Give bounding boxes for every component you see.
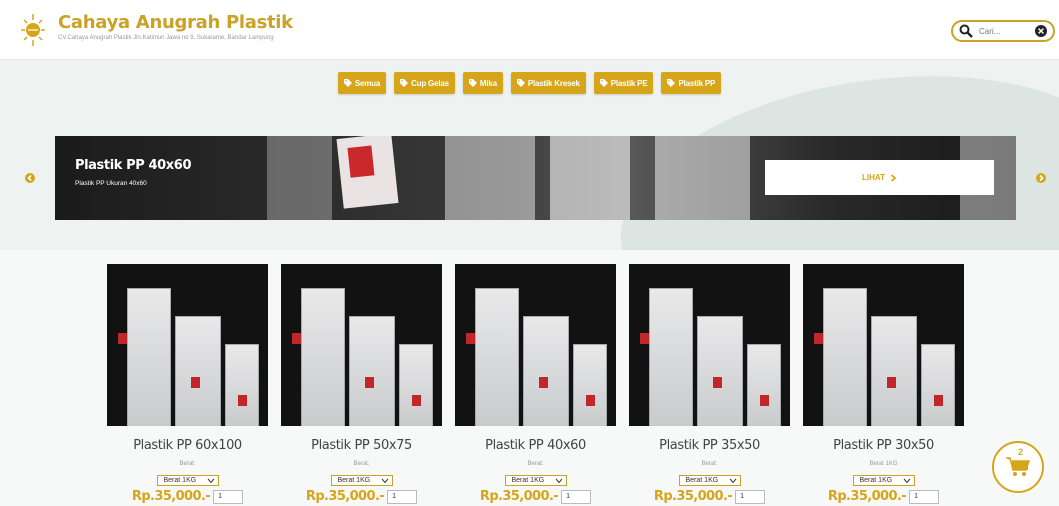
filter-label: Cup Gelas	[411, 78, 449, 88]
product-weight-label: Berat:	[179, 461, 196, 467]
search-box[interactable]	[951, 20, 1055, 42]
filter-cup-gelas[interactable]: Cup Gelas	[394, 72, 455, 94]
product-price: Rp.35,000.-	[305, 489, 385, 504]
filter-plastik-pp[interactable]: Plastik PP	[661, 72, 722, 94]
chevron-down-icon	[555, 478, 562, 483]
shopping-cart-icon	[1006, 457, 1031, 476]
product-card[interactable]: Plastik PP 60x100 Berat: Berat 1KG Rp.35…	[107, 264, 268, 506]
cart-button[interactable]: 2	[992, 441, 1044, 493]
product-image[interactable]	[281, 264, 442, 426]
close-circle-icon[interactable]	[1035, 25, 1047, 37]
filter-mika[interactable]: Mika	[462, 72, 503, 94]
weight-select-value: Berat 1KG	[685, 477, 719, 484]
filter-plastik-pe[interactable]: Plastik PE	[593, 72, 654, 94]
tag-icon	[599, 79, 608, 87]
weight-select[interactable]: Berat 1KG	[678, 475, 741, 486]
filter-label: Plastik Kresek	[527, 78, 580, 88]
quantity-input[interactable]: 1	[735, 489, 766, 504]
slide-image-bag	[655, 136, 750, 220]
filter-label: Plastik PP	[678, 78, 716, 88]
product-weight-label: Berat:	[527, 461, 544, 467]
slide-image-bag	[445, 136, 535, 220]
chevron-down-icon	[207, 478, 214, 483]
chevron-down-icon	[903, 478, 910, 483]
tag-icon	[343, 79, 352, 87]
product-card[interactable]: Plastik PP 35x50 Berat: Berat 1KG Rp.35,…	[629, 264, 790, 506]
weight-select[interactable]: Berat 1KG	[330, 475, 393, 486]
weight-select[interactable]: Berat 1KG	[852, 475, 915, 486]
product-name[interactable]: Plastik PP 40x60	[455, 438, 616, 453]
sun-logo-icon[interactable]	[20, 12, 46, 48]
chevron-right-icon	[1039, 174, 1044, 182]
chevron-left-icon	[27, 174, 32, 182]
weight-select[interactable]: Berat 1KG	[504, 475, 567, 486]
product-image[interactable]	[803, 264, 964, 426]
category-filters: Semua Cup Gelas Mika Plastik Kresek Plas…	[0, 72, 1059, 94]
quantity-input[interactable]: 1	[909, 489, 940, 504]
product-price: Rp.35,000.-	[131, 489, 211, 504]
product-name[interactable]: Plastik PP 50x75	[281, 438, 442, 453]
product-image[interactable]	[455, 264, 616, 426]
slide-title: Plastik PP 40x60	[75, 158, 192, 173]
product-name[interactable]: Plastik PP 60x100	[107, 438, 268, 453]
product-grid: Plastik PP 60x100 Berat: Berat 1KG Rp.35…	[107, 264, 967, 506]
cart-count-badge: 2	[1018, 447, 1024, 457]
slide-subtitle: Plastik PP Ukuran 40x60	[75, 180, 147, 187]
filter-semua[interactable]: Semua	[337, 72, 387, 94]
weight-select[interactable]: Berat 1KG	[156, 475, 219, 486]
product-name[interactable]: Plastik PP 30x50	[803, 438, 964, 453]
weight-select-value: Berat 1KG	[337, 477, 371, 484]
tag-icon	[400, 79, 409, 87]
filter-label: Mika	[479, 78, 497, 88]
weight-select-value: Berat 1KG	[163, 477, 197, 484]
product-weight-label: Berat:	[701, 461, 718, 467]
weight-select-value: Berat 1KG	[511, 477, 545, 484]
product-price: Rp.35,000.-	[653, 489, 733, 504]
tag-icon	[516, 79, 525, 87]
slide-button-label: LIHAT	[862, 173, 885, 182]
slide-image-label-bag	[336, 136, 399, 209]
quantity-input[interactable]: 1	[387, 489, 418, 504]
product-card[interactable]: Plastik PP 50x75 Berat: Berat 1KG Rp.35,…	[281, 264, 442, 506]
slide-image-bag	[550, 136, 630, 220]
tag-icon	[468, 79, 477, 87]
weight-select-value: Berat 1KG	[859, 477, 893, 484]
search-icon[interactable]	[959, 24, 973, 38]
brand-subtitle: CV.Cahaya Anugrah Plastik Jln.Katimun Ja…	[58, 35, 274, 41]
product-weight-label: Berat:	[353, 461, 370, 467]
product-weight-label: Berat 1KG	[869, 461, 898, 467]
filter-plastik-kresek[interactable]: Plastik Kresek	[510, 72, 586, 94]
site-header: Cahaya Anugrah Plastik CV.Cahaya Anugrah…	[0, 0, 1059, 60]
carousel-prev-button[interactable]	[25, 173, 35, 183]
filter-label: Semua	[354, 78, 381, 88]
slide-image-bag	[267, 136, 332, 220]
search-input[interactable]	[979, 26, 1035, 36]
hero-slider[interactable]: Plastik PP 40x60 Plastik PP Ukuran 40x60…	[55, 136, 1016, 220]
product-image[interactable]	[629, 264, 790, 426]
product-card[interactable]: Plastik PP 40x60 Berat: Berat 1KG Rp.35,…	[455, 264, 616, 506]
tag-icon	[667, 79, 676, 87]
product-price: Rp.35,000.-	[479, 489, 559, 504]
chevron-down-icon	[381, 478, 388, 483]
carousel-next-button[interactable]	[1036, 173, 1046, 183]
filter-label: Plastik PE	[610, 78, 648, 88]
product-price: Rp.35,000.-	[827, 489, 907, 504]
chevron-down-icon	[729, 478, 736, 483]
quantity-input[interactable]: 1	[213, 489, 244, 504]
chevron-right-icon	[890, 173, 897, 182]
product-name[interactable]: Plastik PP 35x50	[629, 438, 790, 453]
brand-name[interactable]: Cahaya Anugrah Plastik	[58, 12, 293, 33]
product-card[interactable]: Plastik PP 30x50 Berat 1KG Berat 1KG Rp.…	[803, 264, 964, 506]
quantity-input[interactable]: 1	[561, 489, 592, 504]
product-image[interactable]	[107, 264, 268, 426]
slide-view-button[interactable]: LIHAT	[765, 160, 994, 195]
